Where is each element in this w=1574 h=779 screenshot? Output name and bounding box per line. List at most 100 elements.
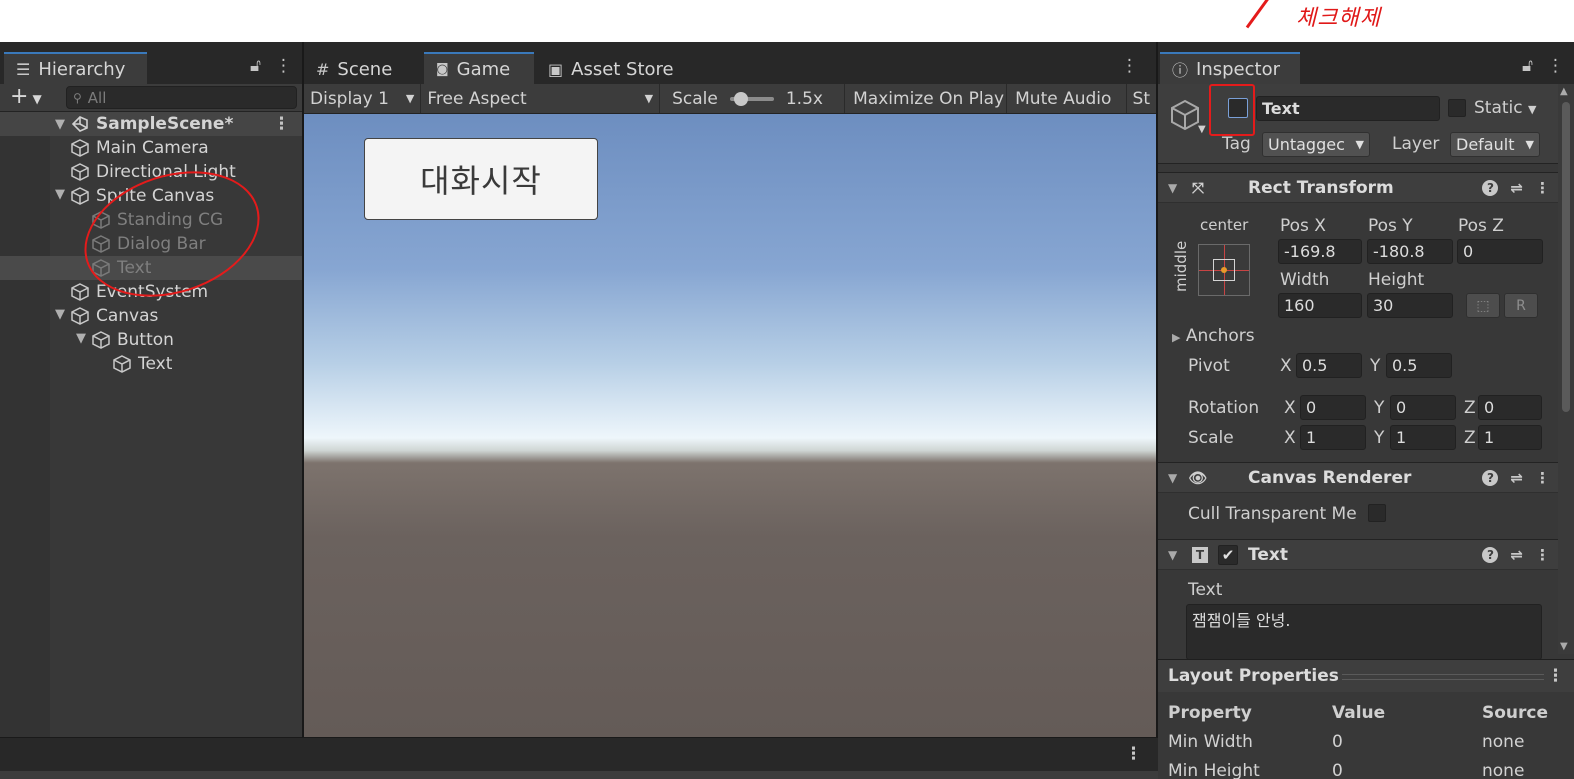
pivot-x-field[interactable]: 0.5 xyxy=(1296,353,1362,378)
help-icon[interactable]: ? xyxy=(1482,546,1499,563)
scene-menu-icon[interactable]: ⋮ xyxy=(273,114,290,134)
posx-field[interactable]: -169.8 xyxy=(1278,239,1362,264)
fold-arrow-icon[interactable]: ▼ xyxy=(1168,181,1177,195)
text-component-header[interactable]: ▼ T ✔ Text ? ⇌ ⋮ xyxy=(1158,539,1558,570)
text-content-field[interactable]: 잼잼이들 안녕. xyxy=(1186,604,1542,660)
layout-properties-header[interactable]: Layout Properties ⋮ xyxy=(1158,660,1574,692)
rect-transform-header[interactable]: ▼ ⤧ Rect Transform ? ⇌ ⋮ xyxy=(1158,172,1558,203)
tag-value: Untaggec xyxy=(1268,135,1345,154)
layer-dropdown[interactable]: Default ▼ xyxy=(1450,132,1540,157)
expand-arrow-icon[interactable]: ▼ xyxy=(50,307,70,322)
scroll-up-icon[interactable]: ▲ xyxy=(1560,86,1568,97)
tab-hierarchy-label: Hierarchy xyxy=(38,58,126,80)
height-field[interactable]: 30 xyxy=(1367,293,1453,318)
text-field-label: Text xyxy=(1188,580,1223,600)
display-dropdown[interactable]: Display 1 ▼ xyxy=(304,84,422,113)
object-name-value: Text xyxy=(1262,99,1300,118)
resize-grip[interactable] xyxy=(1342,674,1544,680)
scene-row[interactable]: ▼ SampleScene* ⋮ xyxy=(0,112,302,136)
unity-logo-icon xyxy=(70,114,92,134)
tab-inspector[interactable]: ⓘ Inspector xyxy=(1160,52,1300,84)
static-checkbox[interactable] xyxy=(1448,99,1466,117)
lock-icon[interactable]: 🔓︎ xyxy=(250,56,261,76)
scale-z-field[interactable]: 1 xyxy=(1478,425,1542,450)
hierarchy-item[interactable]: EventSystem xyxy=(0,280,302,304)
component-menu-icon[interactable]: ⋮ xyxy=(1535,469,1550,487)
help-icon[interactable]: ? xyxy=(1482,179,1499,196)
expand-arrow-icon[interactable]: ▼ xyxy=(71,331,91,346)
tab-game[interactable]: ◙ Game xyxy=(424,52,534,84)
tab-scene[interactable]: # Scene xyxy=(304,52,422,84)
presets-icon[interactable]: ⇌ xyxy=(1510,469,1523,487)
kebab-menu-icon[interactable]: ⋮ xyxy=(275,56,292,76)
stats-toggle[interactable]: St xyxy=(1127,84,1156,113)
static-dropdown[interactable]: Static ▼ xyxy=(1474,98,1536,118)
cull-transparent-checkbox[interactable] xyxy=(1368,504,1386,522)
maximize-on-play-toggle[interactable]: Maximize On Play xyxy=(845,84,1008,113)
pivot-y-field[interactable]: 0.5 xyxy=(1386,353,1452,378)
anchor-presets-button[interactable] xyxy=(1198,244,1250,296)
hierarchy-item[interactable]: Text xyxy=(0,256,302,280)
lock-icon[interactable]: 🔓︎ xyxy=(1522,56,1533,76)
hierarchy-item[interactable]: Text xyxy=(0,352,302,376)
tab-hierarchy[interactable]: ☰ Hierarchy xyxy=(4,52,147,84)
unity-editor: ☰ Hierarchy 🔓︎ ⋮ + ▼ ⚲ All ▼ SampleScene… xyxy=(0,42,1574,779)
kebab-menu-icon[interactable]: ⋮ xyxy=(1547,56,1564,76)
rot-x-field[interactable]: 0 xyxy=(1300,395,1366,420)
hierarchy-item-label: Main Camera xyxy=(96,138,209,158)
rot-z-field[interactable]: 0 xyxy=(1478,395,1542,420)
tag-dropdown[interactable]: Untaggec ▼ xyxy=(1262,132,1370,157)
component-menu-icon[interactable]: ⋮ xyxy=(1535,179,1550,197)
rot-y-field[interactable]: 0 xyxy=(1390,395,1456,420)
scrollbar-thumb[interactable] xyxy=(1562,102,1570,412)
game-viewport[interactable]: 대화시작 xyxy=(304,114,1156,737)
hierarchy-search-input[interactable]: ⚲ All xyxy=(66,86,297,109)
kebab-menu-icon[interactable]: ⋮ xyxy=(1547,666,1564,686)
layout-properties-table: Property Value Source Min Width 0 none M… xyxy=(1168,700,1564,779)
blueprint-mode-button[interactable]: ⬚ xyxy=(1466,293,1500,318)
raw-edit-button[interactable]: R xyxy=(1504,293,1538,318)
expand-arrow-icon[interactable]: ▼ xyxy=(50,117,70,132)
kebab-menu-icon[interactable]: ⋮ xyxy=(1125,744,1142,764)
posy-field[interactable]: -180.8 xyxy=(1367,239,1453,264)
hierarchy-item[interactable]: Standing CG xyxy=(0,208,302,232)
expand-arrow-icon[interactable]: ▼ xyxy=(50,187,70,202)
scale-y-field[interactable]: 1 xyxy=(1390,425,1456,450)
inspector-scrollbar[interactable]: ▲ ▼ xyxy=(1558,84,1574,654)
scale-slider-knob[interactable] xyxy=(733,91,748,106)
tab-asset-store[interactable]: ▣ Asset Store xyxy=(536,52,684,84)
anchors-foldout[interactable]: ▶ Anchors xyxy=(1172,326,1255,346)
component-menu-icon[interactable]: ⋮ xyxy=(1535,546,1550,564)
scroll-down-icon[interactable]: ▼ xyxy=(1560,641,1568,652)
posz-field[interactable]: 0 xyxy=(1457,239,1543,264)
scale-x-field[interactable]: 1 xyxy=(1300,425,1366,450)
object-name-field[interactable]: Text xyxy=(1256,96,1440,121)
icon-dropdown-caret[interactable]: ▼ xyxy=(1198,124,1206,135)
rot-x-label: X xyxy=(1284,398,1296,418)
start-dialog-button[interactable]: 대화시작 xyxy=(364,138,598,220)
scale-slider[interactable] xyxy=(729,91,774,106)
fold-arrow-icon[interactable]: ▼ xyxy=(1168,548,1177,562)
scale-x-label: X xyxy=(1284,428,1296,448)
mute-audio-toggle[interactable]: Mute Audio xyxy=(1007,84,1127,113)
maximize-label: Maximize On Play xyxy=(853,88,1005,109)
aspect-label: Free Aspect xyxy=(427,88,527,109)
aspect-dropdown[interactable]: Free Aspect ▼ xyxy=(421,84,661,113)
hierarchy-item[interactable]: Directional Light xyxy=(0,160,302,184)
kebab-menu-icon[interactable]: ⋮ xyxy=(1121,56,1138,76)
text-enabled-checkbox[interactable]: ✔ xyxy=(1218,544,1238,565)
fold-arrow-icon[interactable]: ▼ xyxy=(1168,471,1177,485)
hierarchy-item[interactable]: ▼ Sprite Canvas xyxy=(0,184,302,208)
help-icon[interactable]: ? xyxy=(1482,469,1499,486)
hierarchy-item[interactable]: Dialog Bar xyxy=(0,232,302,256)
add-dropdown-button[interactable]: + ▼ xyxy=(10,86,42,110)
layer-label: Layer xyxy=(1392,134,1440,154)
width-field[interactable]: 160 xyxy=(1278,293,1362,318)
hierarchy-item[interactable]: Main Camera xyxy=(0,136,302,160)
hierarchy-item[interactable]: ▼ Button xyxy=(0,328,302,352)
canvas-renderer-header[interactable]: ▼ 👁︎ Canvas Renderer ? ⇌ ⋮ xyxy=(1158,462,1558,493)
gameobject-cube-icon xyxy=(91,258,113,278)
presets-icon[interactable]: ⇌ xyxy=(1510,179,1523,197)
presets-icon[interactable]: ⇌ xyxy=(1510,546,1523,564)
hierarchy-item[interactable]: ▼ Canvas xyxy=(0,304,302,328)
